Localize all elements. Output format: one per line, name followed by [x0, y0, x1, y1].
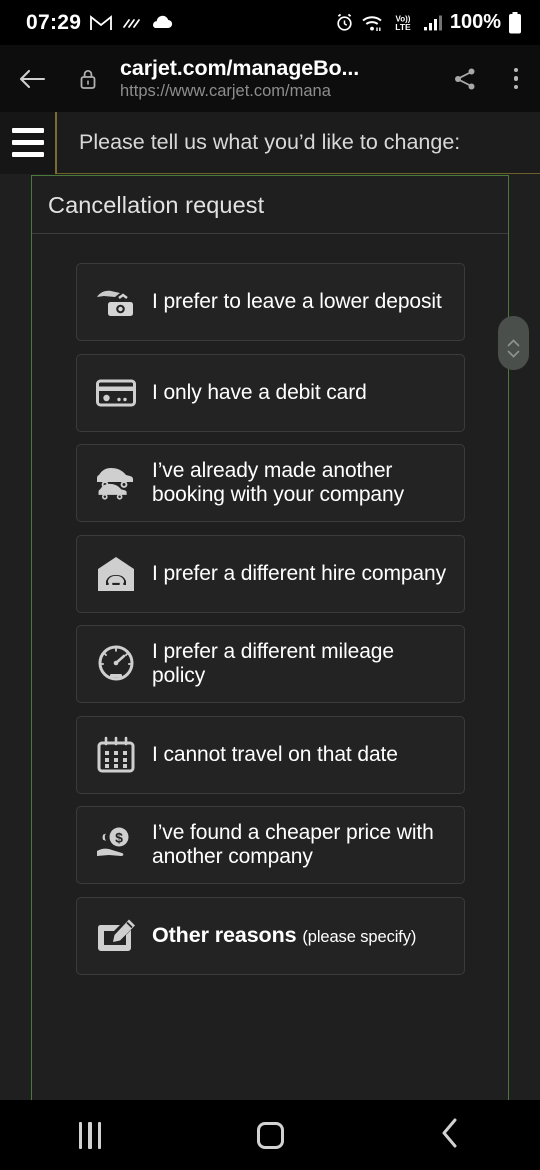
hand-money-icon — [93, 284, 139, 320]
reason-option[interactable]: I cannot travel on that date — [76, 715, 465, 794]
page-header: Please tell us what you’d like to change… — [0, 112, 540, 174]
status-bar-right: Vo)) LTE 100% — [335, 11, 522, 34]
reason-option[interactable]: Other reasons (please specify) — [76, 896, 465, 975]
reason-option[interactable]: I prefer a different mileage policy — [76, 625, 465, 703]
status-bar-clock: 07:29 — [26, 10, 82, 34]
reason-label: I’ve found a cheaper price with another … — [152, 821, 434, 868]
address-title: carjet.com/manageBo... — [120, 55, 360, 80]
wifi-icon — [361, 14, 383, 32]
hamburger-bar-3 — [11, 152, 44, 157]
gmail-icon — [90, 14, 113, 31]
reason-label: I prefer a different hire company — [152, 561, 446, 585]
reason-label-main: Other reasons — [152, 923, 297, 948]
section-title: Cancellation request — [32, 176, 508, 234]
alarm-icon — [335, 13, 354, 32]
battery-full-icon — [508, 11, 522, 34]
home-icon — [256, 1121, 284, 1149]
reason-label: I’ve already made another booking with y… — [152, 459, 404, 506]
calendar-icon — [93, 736, 139, 774]
hamburger-menu-icon — [11, 128, 44, 133]
reason-label: I prefer to leave a lower deposit — [152, 290, 442, 314]
hamburger-bar-2 — [11, 140, 44, 145]
address-url: https://www.carjet.com/mana — [120, 81, 331, 100]
back-button[interactable] — [360, 1100, 540, 1170]
home-button[interactable] — [180, 1100, 360, 1170]
phone-screen: 07:29 Vo)) LTE 100% carjet.com/manageBo.… — [0, 0, 540, 1170]
debit-card-icon — [93, 377, 139, 409]
status-bar-left: 07:29 — [26, 11, 335, 35]
two-cars-icon — [93, 463, 139, 503]
reason-label: I prefer a different mileage policy — [152, 640, 394, 687]
edit-pencil-icon — [93, 918, 139, 954]
svg-text:$: $ — [115, 830, 123, 846]
reason-option[interactable]: I only have a debit card — [76, 353, 465, 432]
reason-option[interactable]: I prefer a different hire company — [76, 534, 465, 613]
battery-percent: 100% — [449, 11, 501, 33]
reason-option[interactable]: $ I’ve found a cheaper price with anothe… — [76, 806, 465, 884]
reason-label-sub: (please specify) — [302, 928, 417, 947]
web-page: Please tell us what you’d like to change… — [0, 112, 540, 1100]
reason-option[interactable]: I’ve already made another booking with y… — [76, 444, 465, 522]
site-security-button[interactable] — [64, 67, 112, 91]
reason-label: I cannot travel on that date — [152, 742, 398, 766]
back-arrow-icon — [18, 67, 46, 91]
reason-label: I only have a debit card — [152, 380, 367, 404]
chevron-down-icon[interactable] — [507, 345, 520, 358]
browser-menu-button[interactable] — [492, 67, 540, 90]
share-button[interactable] — [438, 66, 492, 92]
lock-icon — [78, 67, 98, 91]
address-field[interactable]: carjet.com/manageBo... https://www.carje… — [112, 56, 438, 101]
reason-options-list: I prefer to leave a lower deposit I only… — [32, 234, 508, 975]
signal-bars-icon — [423, 14, 443, 31]
recents-button[interactable] — [0, 1100, 180, 1170]
back-chevron-icon — [440, 1117, 460, 1154]
cancellation-panel: Cancellation request I prefer to leave a — [31, 175, 509, 1100]
volte-icon: Vo)) LTE — [390, 13, 416, 33]
weather-lines-icon — [121, 15, 141, 31]
browser-url-bar: carjet.com/manageBo... https://www.carje… — [0, 45, 540, 112]
svg-text:LTE: LTE — [395, 22, 411, 32]
chevron-up-icon[interactable] — [507, 334, 520, 346]
browser-back-button[interactable] — [0, 67, 64, 91]
recents-icon — [78, 1121, 102, 1149]
reason-option[interactable]: I prefer to leave a lower deposit — [76, 263, 465, 341]
page-question: Please tell us what you’d like to change… — [79, 129, 461, 154]
scroll-handle[interactable] — [498, 316, 529, 370]
hamburger-menu-button[interactable] — [0, 112, 57, 174]
car-garage-icon — [93, 555, 139, 593]
share-icon — [452, 66, 478, 92]
more-vertical-icon — [513, 67, 519, 90]
speedometer-icon — [93, 644, 139, 684]
android-nav-bar — [0, 1100, 540, 1170]
hand-dollar-icon: $ — [93, 825, 139, 865]
cloud-icon — [150, 15, 174, 30]
status-bar: 07:29 Vo)) LTE 100% — [0, 0, 540, 45]
reason-label: Other reasons (please specify) — [152, 923, 416, 947]
